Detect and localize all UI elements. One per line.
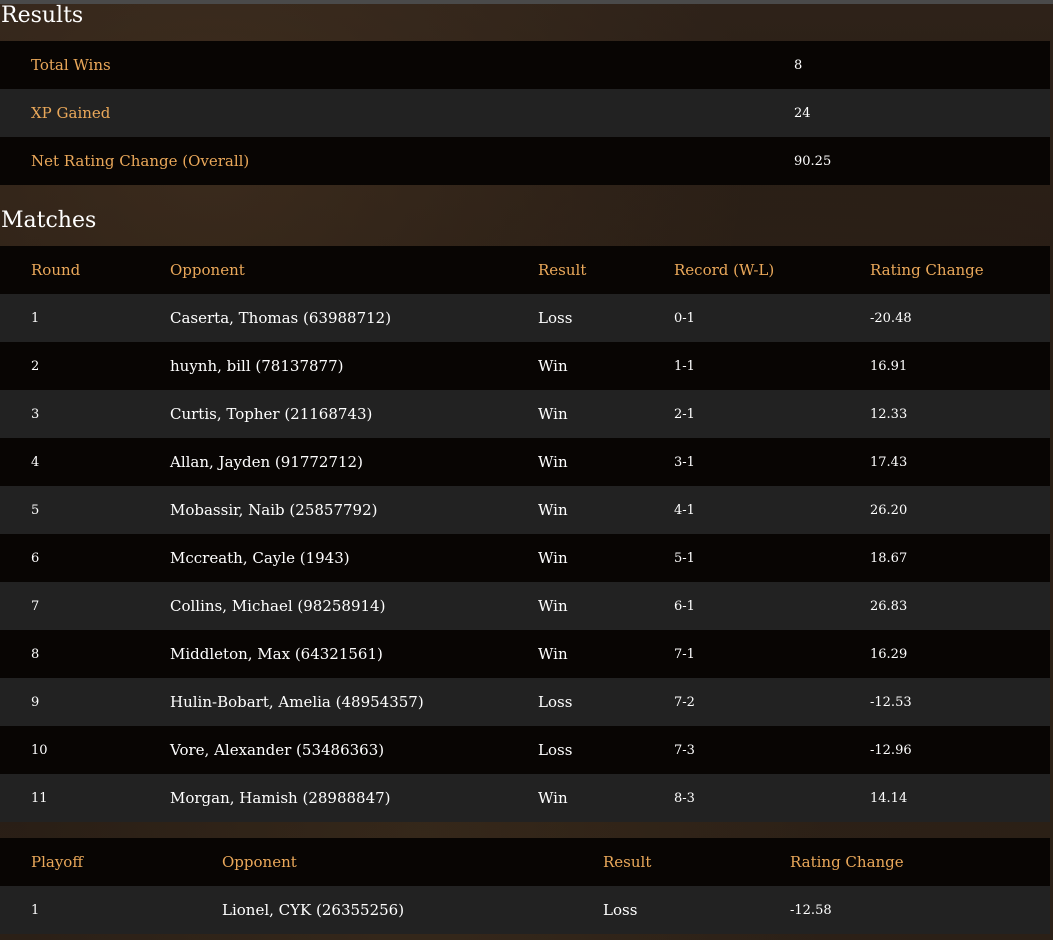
cell-record: 7-3	[674, 742, 695, 758]
cell-rating-change: -12.58	[790, 902, 832, 918]
cell-result: Win	[538, 501, 568, 519]
match-row: 9 Hulin-Bobart, Amelia (48954357) Loss 7-2 -…	[0, 678, 1050, 726]
cell-round: 1	[31, 310, 40, 326]
results-value: 24	[794, 105, 811, 121]
cell-record: 2-1	[674, 406, 695, 422]
results-row-xp-gained: XP Gained 24	[0, 89, 1050, 137]
cell-opponent[interactable]: Vore, Alexander (53486363)	[170, 726, 538, 774]
cell-rating-change: 12.33	[870, 406, 908, 422]
header-opponent[interactable]: Opponent	[222, 838, 603, 886]
cell-rating-change: 16.29	[870, 646, 908, 662]
cell-playoff: 1	[31, 902, 40, 918]
match-row: 1 Caserta, Thomas (63988712) Loss 0-1 -20.48	[0, 294, 1050, 342]
cell-result: Win	[538, 453, 568, 471]
match-row: 8 Middleton, Max (64321561) Win 7-1 16.29	[0, 630, 1050, 678]
cell-round: 7	[31, 598, 40, 614]
cell-record: 5-1	[674, 550, 695, 566]
cell-round: 2	[31, 358, 40, 374]
header-result[interactable]: Result	[538, 246, 674, 294]
cell-opponent[interactable]: Mobassir, Naib (25857792)	[170, 486, 538, 534]
match-row: 3 Curtis, Topher (21168743) Win 2-1 12.33	[0, 390, 1050, 438]
match-row: 10 Vore, Alexander (53486363) Loss 7-3 -12.9…	[0, 726, 1050, 774]
header-rating-change[interactable]: Rating Change	[870, 246, 1050, 294]
results-value: 8	[794, 57, 803, 73]
header-record[interactable]: Record (W-L)	[674, 246, 870, 294]
top-divider	[0, 0, 1053, 4]
cell-opponent[interactable]: Mccreath, Cayle (1943)	[170, 534, 538, 582]
results-row-net-rating: Net Rating Change (Overall) 90.25	[0, 137, 1050, 185]
cell-opponent[interactable]: Caserta, Thomas (63988712)	[170, 294, 538, 342]
match-row: 6 Mccreath, Cayle (1943) Win 5-1 18.67	[0, 534, 1050, 582]
header-result[interactable]: Result	[603, 838, 790, 886]
cell-opponent[interactable]: Middleton, Max (64321561)	[170, 630, 538, 678]
header-rating-change[interactable]: Rating Change	[790, 838, 1050, 886]
cell-result: Win	[538, 357, 568, 375]
cell-rating-change: 26.83	[870, 598, 908, 614]
header-opponent[interactable]: Opponent	[170, 246, 538, 294]
cell-opponent[interactable]: huynh, bill (78137877)	[170, 342, 538, 390]
matches-header-row: Round Opponent Result Record (W-L) Ratin…	[0, 246, 1050, 294]
cell-rating-change: 17.43	[870, 454, 908, 470]
cell-opponent[interactable]: Morgan, Hamish (28988847)	[170, 774, 538, 822]
cell-result: Win	[538, 597, 568, 615]
cell-rating-change: -12.96	[870, 742, 912, 758]
cell-rating-change: -12.53	[870, 694, 912, 710]
cell-record: 7-1	[674, 646, 695, 662]
cell-round: 3	[31, 406, 40, 422]
cell-opponent[interactable]: Curtis, Topher (21168743)	[170, 390, 538, 438]
header-playoff[interactable]: Playoff	[0, 838, 222, 886]
results-section-title: Results	[1, 3, 84, 28]
header-round[interactable]: Round	[0, 246, 170, 294]
playoff-table: Playoff Opponent Result Rating Change 1 L…	[0, 838, 1050, 934]
match-row: 4 Allan, Jayden (91772712) Win 3-1 17.43	[0, 438, 1050, 486]
match-row: 2 huynh, bill (78137877) Win 1-1 16.91	[0, 342, 1050, 390]
cell-opponent[interactable]: Hulin-Bobart, Amelia (48954357)	[170, 678, 538, 726]
playoff-row: 1 Lionel, CYK (26355256) Loss -12.58	[0, 886, 1050, 934]
cell-round: 6	[31, 550, 40, 566]
cell-result: Loss	[603, 901, 638, 919]
cell-result: Win	[538, 789, 568, 807]
results-label: Net Rating Change (Overall)	[31, 152, 250, 170]
cell-rating-change: 26.20	[870, 502, 908, 518]
cell-round: 5	[31, 502, 40, 518]
results-label: Total Wins	[31, 56, 111, 74]
cell-round: 8	[31, 646, 40, 662]
cell-opponent[interactable]: Collins, Michael (98258914)	[170, 582, 538, 630]
matches-section-title: Matches	[1, 208, 97, 233]
playoff-body: 1 Lionel, CYK (26355256) Loss -12.58	[0, 886, 1050, 934]
cell-record: 0-1	[674, 310, 695, 326]
cell-record: 1-1	[674, 358, 695, 374]
cell-rating-change: 16.91	[870, 358, 908, 374]
cell-rating-change: 18.67	[870, 550, 908, 566]
cell-opponent[interactable]: Allan, Jayden (91772712)	[170, 438, 538, 486]
matches-table: Round Opponent Result Record (W-L) Ratin…	[0, 246, 1050, 822]
cell-result: Loss	[538, 693, 573, 711]
match-row: 5 Mobassir, Naib (25857792) Win 4-1 26.20	[0, 486, 1050, 534]
match-row: 7 Collins, Michael (98258914) Win 6-1 26.83	[0, 582, 1050, 630]
results-row-total-wins: Total Wins 8	[0, 41, 1050, 89]
cell-result: Win	[538, 645, 568, 663]
cell-round: 9	[31, 694, 40, 710]
cell-rating-change: -20.48	[870, 310, 912, 326]
playoff-header-row: Playoff Opponent Result Rating Change	[0, 838, 1050, 886]
cell-result: Loss	[538, 309, 573, 327]
cell-record: 4-1	[674, 502, 695, 518]
cell-result: Loss	[538, 741, 573, 759]
results-value: 90.25	[794, 153, 832, 169]
results-table: Total Wins 8 XP Gained 24 Net Rating Cha…	[0, 41, 1050, 185]
cell-record: 3-1	[674, 454, 695, 470]
cell-round: 10	[31, 742, 48, 758]
cell-opponent[interactable]: Lionel, CYK (26355256)	[222, 886, 603, 934]
cell-round: 4	[31, 454, 40, 470]
matches-body: 1 Caserta, Thomas (63988712) Loss 0-1 -20.48…	[0, 294, 1050, 822]
cell-record: 8-3	[674, 790, 695, 806]
cell-record: 6-1	[674, 598, 695, 614]
cell-result: Win	[538, 549, 568, 567]
match-row: 11 Morgan, Hamish (28988847) Win 8-3 14.14	[0, 774, 1050, 822]
cell-rating-change: 14.14	[870, 790, 908, 806]
cell-result: Win	[538, 405, 568, 423]
cell-round: 11	[31, 790, 48, 806]
results-label: XP Gained	[31, 104, 111, 122]
cell-record: 7-2	[674, 694, 695, 710]
